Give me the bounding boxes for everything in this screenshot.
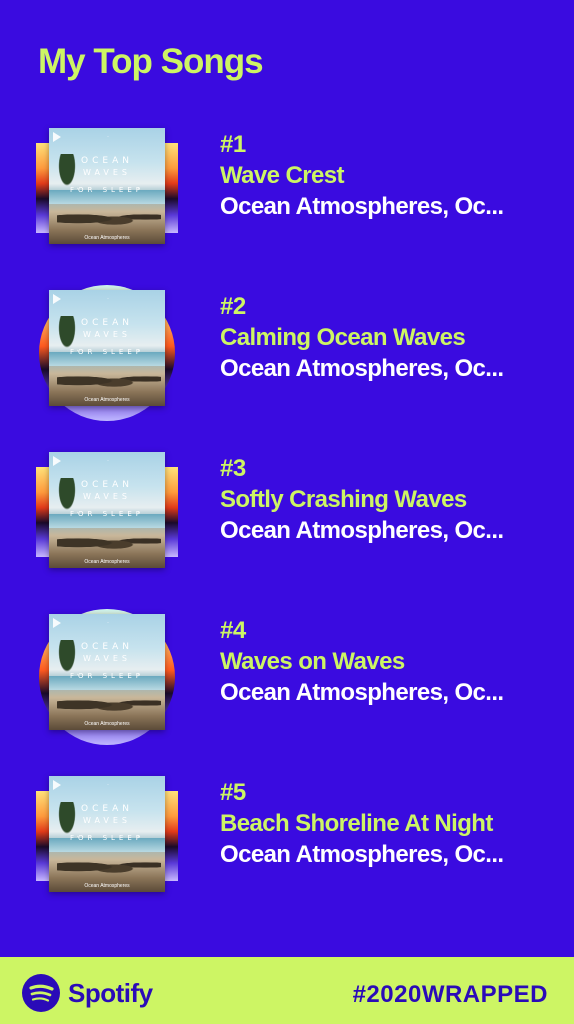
song-item-3[interactable]: OCEAN WAVES FOR SLEEP Ocean Atmospheres … <box>0 452 574 582</box>
cover-artist: Ocean Atmospheres <box>84 397 130 403</box>
cover-text-line1: OCEAN <box>81 156 133 166</box>
song-rank: #2 <box>220 293 246 320</box>
song-item-2[interactable]: OCEAN WAVES FOR SLEEP Ocean Atmospheres … <box>0 285 574 421</box>
page-title: My Top Songs <box>38 42 264 81</box>
cover-text-line3: FOR SLEEP <box>69 348 145 356</box>
album-cover: OCEAN WAVES FOR SLEEP Ocean Atmospheres <box>49 614 165 730</box>
cover-text-line2: WAVES <box>82 816 132 825</box>
album-cover: OCEAN WAVES FOR SLEEP Ocean Atmospheres <box>49 290 165 406</box>
brand-name: Spotify <box>68 978 153 1008</box>
cover-text-line3: FOR SLEEP <box>69 186 145 194</box>
album-art: OCEAN WAVES FOR SLEEP Ocean Atmospheres <box>36 285 178 421</box>
song-artist: Ocean Atmospheres, Oc... <box>220 517 504 544</box>
cover-text-line3: FOR SLEEP <box>69 834 145 842</box>
cover-artist: Ocean Atmospheres <box>84 559 130 565</box>
cover-text-line3: FOR SLEEP <box>69 672 145 680</box>
cover-text-line3: FOR SLEEP <box>69 510 145 518</box>
song-artist: Ocean Atmospheres, Oc... <box>220 841 504 868</box>
cover-text-line1: OCEAN <box>81 318 133 328</box>
cover-text-line1: OCEAN <box>81 642 133 652</box>
song-item-4[interactable]: OCEAN WAVES FOR SLEEP Ocean Atmospheres … <box>0 609 574 745</box>
song-artist: Ocean Atmospheres, Oc... <box>220 193 504 220</box>
cover-text-line2: WAVES <box>82 168 132 177</box>
cover-text-line2: WAVES <box>82 654 132 663</box>
spotify-logo-icon <box>22 974 60 1012</box>
cover-text-line1: OCEAN <box>81 480 133 490</box>
cover-artist: Ocean Atmospheres <box>84 721 130 727</box>
hashtag-label: #2020WRAPPED <box>352 981 548 1008</box>
cover-artist: Ocean Atmospheres <box>84 235 130 241</box>
album-art: OCEAN WAVES FOR SLEEP Ocean Atmospheres <box>36 452 178 582</box>
cover-artist: Ocean Atmospheres <box>84 883 130 889</box>
song-rank: #5 <box>220 779 246 806</box>
cover-text-line2: WAVES <box>82 330 132 339</box>
play-icon <box>53 294 61 304</box>
play-icon <box>53 456 61 466</box>
album-cover: OCEAN WAVES FOR SLEEP Ocean Atmospheres <box>49 776 165 892</box>
song-title: Softly Crashing Waves <box>220 486 467 513</box>
song-rank: #4 <box>220 617 246 644</box>
play-icon <box>53 780 61 790</box>
cover-text-line2: WAVES <box>82 492 132 501</box>
footer-bar: Spotify #2020WRAPPED <box>0 957 574 1024</box>
song-item-1[interactable]: OCEAN WAVES FOR SLEEP Ocean Atmospheres … <box>0 128 574 258</box>
song-title: Beach Shoreline At Night <box>220 810 493 837</box>
song-item-5[interactable]: OCEAN WAVES FOR SLEEP Ocean Atmospheres … <box>0 776 574 906</box>
song-title: Calming Ocean Waves <box>220 324 466 351</box>
song-rank: #3 <box>220 455 246 482</box>
play-icon <box>53 618 61 628</box>
song-artist: Ocean Atmospheres, Oc... <box>220 355 504 382</box>
album-art: OCEAN WAVES FOR SLEEP Ocean Atmospheres <box>36 128 178 258</box>
song-title: Waves on Waves <box>220 648 405 675</box>
album-cover: OCEAN WAVES FOR SLEEP Ocean Atmospheres <box>49 452 165 568</box>
song-title: Wave Crest <box>220 162 344 189</box>
song-rank: #1 <box>220 131 246 158</box>
album-cover: OCEAN WAVES FOR SLEEP Ocean Atmospheres <box>49 128 165 244</box>
song-artist: Ocean Atmospheres, Oc... <box>220 679 504 706</box>
cover-text-line1: OCEAN <box>81 804 133 814</box>
album-art: OCEAN WAVES FOR SLEEP Ocean Atmospheres <box>36 776 178 906</box>
album-art: OCEAN WAVES FOR SLEEP Ocean Atmospheres <box>36 609 178 745</box>
play-icon <box>53 132 61 142</box>
